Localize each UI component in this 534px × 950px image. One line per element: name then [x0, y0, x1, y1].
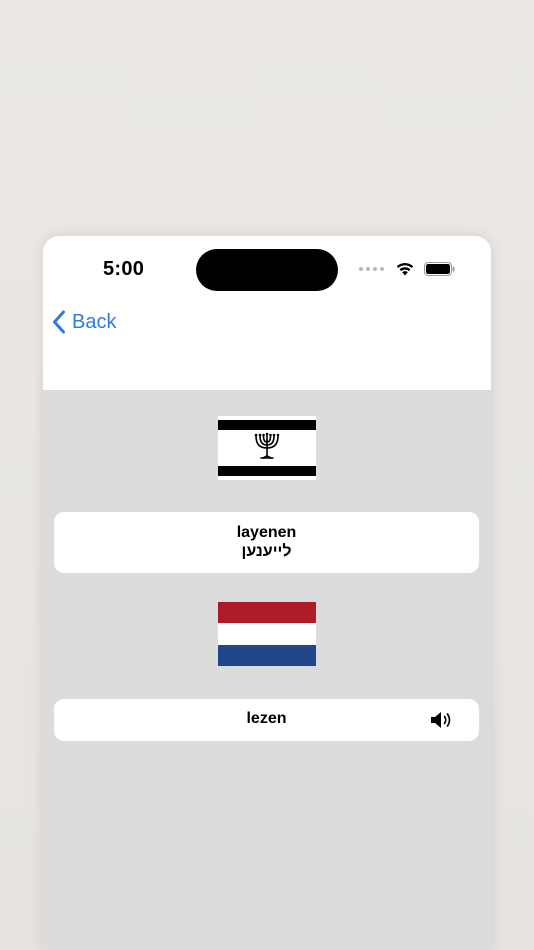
- navigation-bar: Back: [43, 302, 491, 390]
- translation-content: layenen לייענען lezen: [43, 390, 491, 950]
- menorah-icon: [254, 432, 280, 459]
- dynamic-island: [196, 249, 338, 291]
- speaker-icon[interactable]: [429, 710, 455, 730]
- source-word-card: layenen לייענען: [54, 512, 479, 573]
- back-button[interactable]: Back: [52, 310, 116, 334]
- battery-icon: [424, 261, 455, 276]
- transliteration-text: layenen: [236, 524, 297, 541]
- status-bar: 5:00: [43, 236, 491, 302]
- yiddish-text: לייענען: [241, 543, 292, 560]
- netherlands-flag: [218, 602, 316, 666]
- dutch-word-text: lezen: [246, 710, 287, 727]
- back-label: Back: [72, 310, 117, 333]
- wifi-icon: [396, 263, 414, 276]
- target-word-card: lezen: [54, 699, 479, 741]
- phone-screen: 5:00 Back layenen לייענען lezen: [43, 236, 491, 950]
- status-icons: [359, 261, 455, 276]
- status-time: 5:00: [103, 258, 145, 280]
- cellular-signal-icon: [359, 266, 384, 271]
- yiddish-flag: [218, 416, 316, 480]
- chevron-left-icon: [53, 310, 65, 334]
